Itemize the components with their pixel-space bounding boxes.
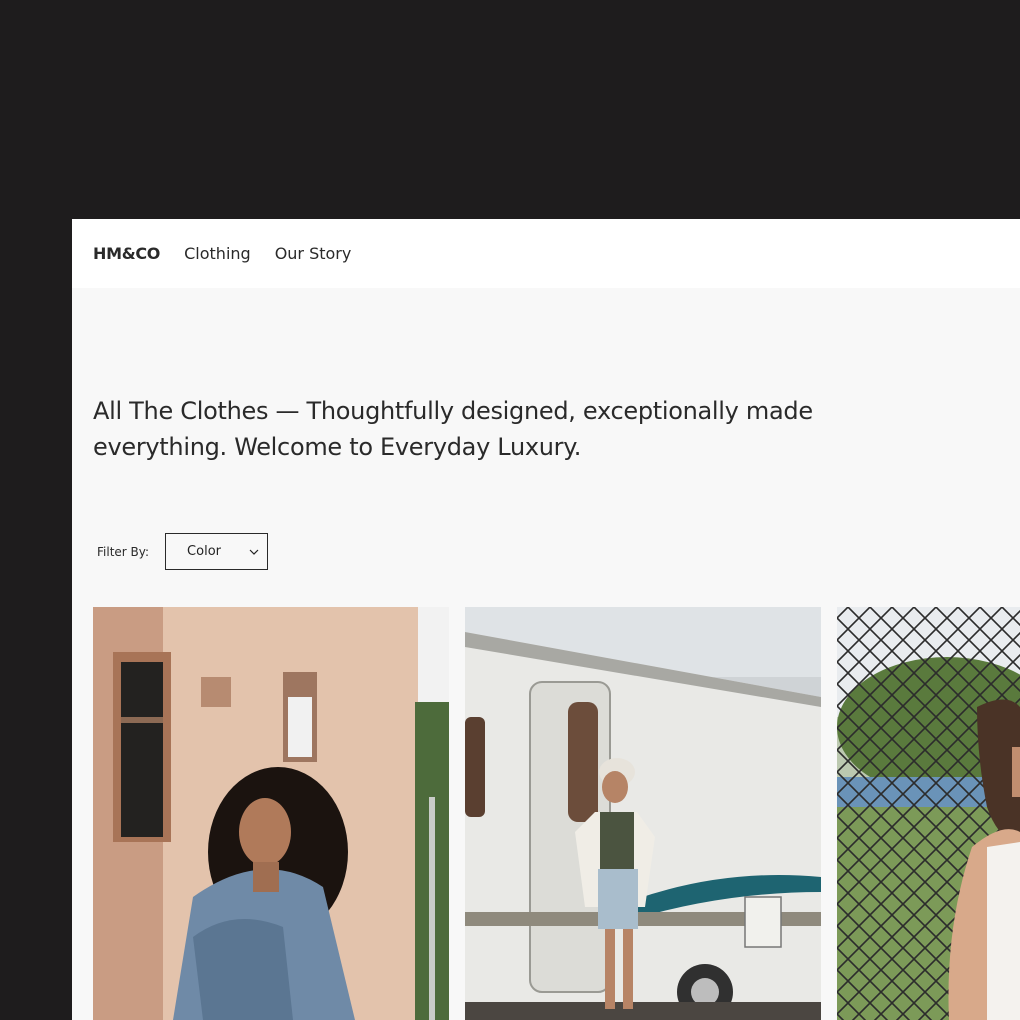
product-image xyxy=(837,607,1020,1020)
filter-bar: Filter By: Color xyxy=(97,533,269,570)
filter-selected-value: Color xyxy=(187,544,221,559)
nav-link-clothing[interactable]: Clothing xyxy=(184,244,251,263)
hero-headline: All The Clothes — Thoughtfully designed,… xyxy=(93,397,813,461)
product-card[interactable] xyxy=(837,607,1020,1020)
product-card[interactable] xyxy=(465,607,821,1020)
brand-logo[interactable]: HM&CO xyxy=(93,244,160,263)
product-image xyxy=(93,607,449,1020)
product-card[interactable] xyxy=(93,607,449,1020)
chevron-down-icon xyxy=(249,549,259,555)
navbar: HM&CO Clothing Our Story xyxy=(72,219,1020,288)
color-filter-select[interactable]: Color xyxy=(165,533,269,570)
nav-link-our-story[interactable]: Our Story xyxy=(275,244,352,263)
product-image xyxy=(465,607,821,1020)
filter-label: Filter By: xyxy=(97,544,150,559)
page: HM&CO Clothing Our Story All The Clothes… xyxy=(72,219,1020,1020)
